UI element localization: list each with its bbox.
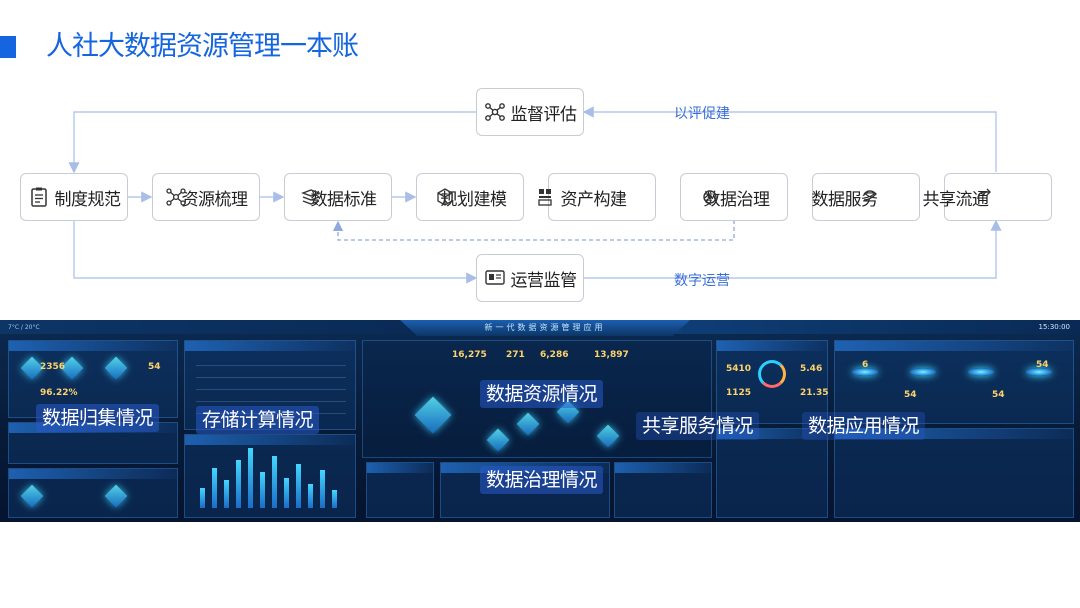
refresh-icon	[972, 186, 994, 208]
network-icon	[484, 101, 506, 123]
resource-stat: 271	[506, 350, 525, 360]
app-stat: 54	[904, 390, 917, 400]
dashboard-time: 15:30:00	[1038, 323, 1070, 331]
flow-node-2: 资源梳理	[152, 173, 260, 221]
app-platform-icon	[910, 368, 936, 376]
top-edge-label: 以评促建	[674, 106, 730, 122]
monitor-icon	[484, 267, 506, 289]
storage-bar	[284, 478, 289, 508]
overlay-storage: 存储计算情况	[196, 406, 320, 434]
swirl-icon	[859, 186, 881, 208]
storage-bar	[320, 470, 325, 508]
resource-stat: 16,275	[452, 350, 487, 360]
dashboard-title: 新一代数据资源管理应用	[484, 323, 606, 332]
storage-bar	[296, 464, 301, 508]
flow-node-4: 规划建模	[416, 173, 524, 221]
flow-node-6: 数据治理	[680, 173, 788, 221]
gear-icon	[699, 186, 721, 208]
flow-node-label: 制度规范	[54, 189, 122, 210]
clipboard-icon	[28, 186, 50, 208]
flow-node-8: 共享流通	[923, 173, 1052, 221]
network-icon	[165, 186, 187, 208]
flow-node-label: 运营监管	[510, 270, 578, 291]
panel-share-2	[716, 428, 828, 518]
flow-node-label: 监督评估	[510, 104, 578, 125]
share-stat: 5.46	[800, 364, 823, 374]
grid-icon	[534, 186, 556, 208]
flow-node-7: 数据服务	[812, 173, 920, 221]
storage-bar	[200, 488, 205, 508]
panel-storage-chart	[184, 434, 356, 518]
resource-stat: 6,286	[540, 350, 569, 360]
collect-stat: 96.22%	[40, 388, 78, 398]
share-stat: 5410	[726, 364, 752, 374]
collect-stat: 2356	[40, 362, 66, 372]
storage-bar	[260, 472, 265, 508]
flow-node-bottom: 运营监管	[476, 254, 584, 302]
bottom-edge-label: 数字运营	[674, 273, 730, 289]
storage-bar	[248, 448, 253, 508]
storage-bar	[272, 456, 277, 508]
dashboard-title-tab: 新一代数据资源管理应用	[400, 320, 690, 336]
overlay-collect: 数据归集情况	[36, 404, 160, 432]
flow-node-3: 数据标准	[284, 173, 392, 221]
dashboard-preview: 新一代数据资源管理应用 7°C / 20°C 15:30:00 2356 96.…	[0, 320, 1080, 522]
overlay-resource: 数据资源情况	[480, 380, 604, 408]
flow-node-top: 监督评估	[476, 88, 584, 136]
panel-governance-3	[614, 462, 712, 518]
app-platform-icon	[968, 368, 994, 376]
share-gauge	[758, 360, 786, 388]
storage-bar	[236, 460, 241, 508]
app-stat: 54	[1036, 360, 1049, 370]
storage-bar	[224, 480, 229, 508]
resource-stat: 13,897	[594, 350, 629, 360]
flow-node-5: 资产构建	[537, 173, 656, 221]
process-flow-diagram: 监督评估 运营监管 以评促建 数字运营 制度规范 资源梳理 数据标准 规划建模	[0, 0, 1080, 310]
cube-icon	[434, 186, 456, 208]
collect-stat: 54	[148, 362, 161, 372]
panel-application-2	[834, 428, 1074, 518]
dashboard-weather: 7°C / 20°C	[8, 324, 40, 331]
share-stat: 21.35	[800, 388, 829, 398]
app-stat: 6	[862, 360, 869, 370]
flow-node-label: 资产构建	[560, 189, 628, 210]
storage-bar	[212, 468, 217, 508]
flow-node-label: 资源梳理	[181, 189, 249, 210]
panel-governance	[366, 462, 434, 518]
overlay-governance: 数据治理情况	[480, 466, 604, 494]
app-stat: 54	[992, 390, 1005, 400]
overlay-application: 数据应用情况	[802, 412, 926, 440]
storage-bar	[332, 490, 337, 508]
flow-node-1: 制度规范	[20, 173, 128, 221]
storage-bar	[308, 484, 313, 508]
layers-icon	[300, 186, 322, 208]
overlay-share: 共享服务情况	[636, 412, 760, 440]
share-stat: 1125	[726, 388, 752, 398]
